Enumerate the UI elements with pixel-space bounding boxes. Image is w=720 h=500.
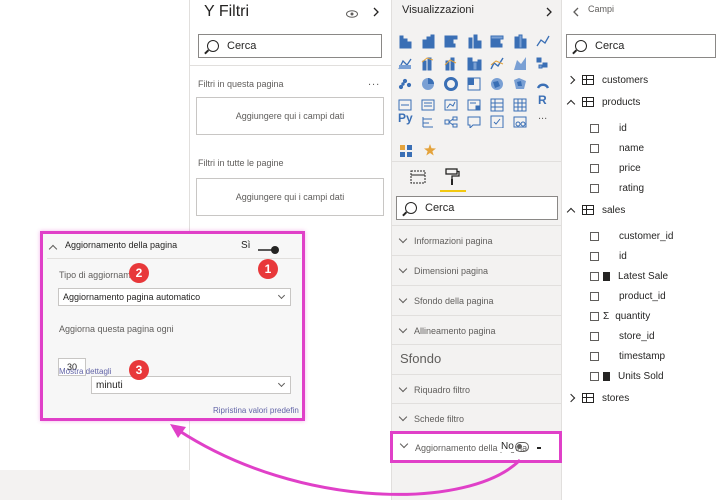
divider	[47, 258, 301, 259]
refresh-type-label: Tipo di aggiornam	[59, 270, 131, 280]
chevron-up-icon[interactable]	[48, 244, 58, 254]
step-badge-3: 3	[129, 360, 149, 380]
interval-unit-dropdown[interactable]: minuti	[91, 376, 291, 394]
toggle-label: Sì	[241, 240, 251, 251]
reset-defaults-link[interactable]: Ripristina valori predefin	[213, 406, 299, 415]
chevron-down-icon	[277, 291, 286, 300]
chevron-down-icon	[277, 379, 286, 388]
show-details-link[interactable]: Mostra dettagli	[59, 367, 111, 376]
panel-header: Aggiornamento della pagina	[65, 240, 178, 250]
interval-unit-value: minuti	[96, 379, 123, 391]
refresh-type-dropdown[interactable]: Aggiornamento pagina automatico	[58, 288, 291, 306]
step-badge-2: 2	[129, 263, 149, 283]
toggle-switch-on[interactable]	[257, 242, 281, 254]
refresh-type-value: Aggiornamento pagina automatico	[63, 292, 201, 302]
interval-label: Aggiorna questa pagina ogni	[59, 324, 174, 334]
step-badge-1: 1	[258, 259, 278, 279]
